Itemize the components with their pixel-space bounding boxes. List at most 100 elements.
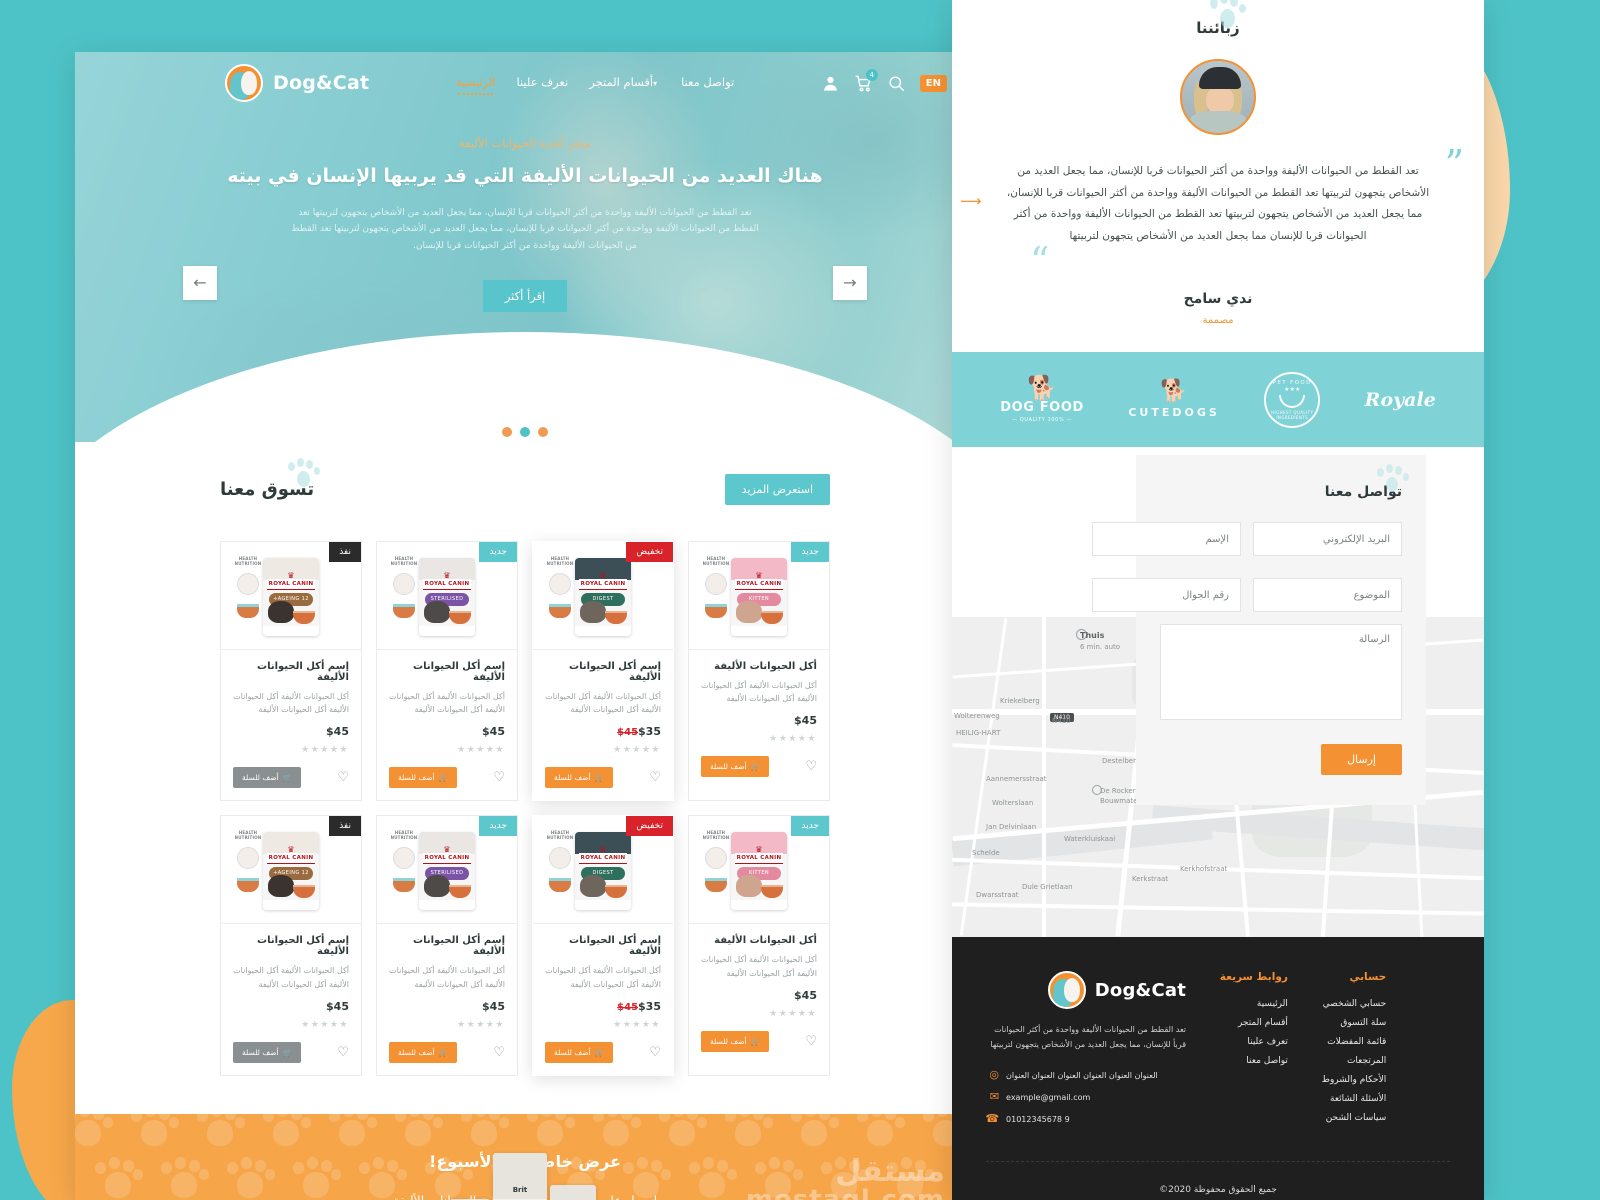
add-to-cart-button[interactable]: 🛒 أضف للسلة: [389, 1041, 457, 1063]
add-to-cart-button[interactable]: 🛒 أضف للسلة: [701, 756, 769, 778]
product-side-badges: HEALTH NUTRITION: [701, 556, 731, 618]
cart-icon[interactable]: 4: [854, 68, 878, 93]
product-description: أكل الحيوانات الأليفة أكل الحيوانات الأل…: [389, 966, 505, 989]
product-description: أكل الحيوانات الأليفة أكل الحيوانات الأل…: [701, 681, 817, 704]
footer-brand[interactable]: Dog&Cat: [986, 971, 1186, 1010]
footer-account-link[interactable]: الأسئلة الشائعة: [1322, 1094, 1386, 1104]
product-rating-stars[interactable]: ★★★★★: [701, 1009, 817, 1019]
product-rating-stars[interactable]: ★★★★★: [701, 734, 817, 744]
footer-link[interactable]: الرئيسية: [1220, 999, 1288, 1009]
product-rating-stars[interactable]: ★★★★★: [545, 1020, 661, 1030]
product-price: $45$35: [545, 725, 661, 738]
product-info: أكل الحيوانات الأليفة أكل الحيوانات الأل…: [689, 650, 829, 756]
product-card[interactable]: جديد HEALTH NUTRITION ♛ ROYAL CANIN KITTE…: [688, 541, 830, 802]
footer-links-list: الرئيسية أقسام المتجر تعرف علينا تواصل معنا: [1220, 999, 1288, 1066]
heart-icon[interactable]: ♡: [805, 1035, 817, 1048]
product-actions: ♡ 🛒 أضف للسلة: [689, 756, 829, 789]
nav-item-about[interactable]: نعرف علينا: [516, 75, 568, 92]
testimonial-next-button[interactable]: ⟶: [960, 192, 982, 210]
submit-button[interactable]: إرسال: [1321, 744, 1402, 776]
footer-column-links: روابط سريعة الرئيسية أقسام المتجر تعرف علي…: [1220, 971, 1288, 1135]
product-rating-stars[interactable]: ★★★★★: [233, 745, 349, 755]
footer-account-link[interactable]: سياسات الشحن: [1322, 1113, 1387, 1123]
bowl-icon: [549, 878, 571, 893]
nav-item-store-sections[interactable]: ▾أقسام المتجر: [589, 75, 660, 92]
footer-link[interactable]: تعرف علينا: [1220, 1037, 1288, 1047]
product-description: أكل الحيوانات الأليفة أكل الحيوانات الأل…: [545, 692, 661, 715]
name-field[interactable]: [1092, 522, 1241, 557]
hero-prev-button[interactable]: ←: [183, 266, 217, 300]
product-name: إسم أكل الحيوانات الأليفة: [413, 661, 505, 683]
browse-more-button[interactable]: استعرض المزيد: [724, 474, 830, 505]
language-switch-button[interactable]: EN: [919, 74, 947, 92]
product-rating-stars[interactable]: ★★★★★: [233, 1020, 349, 1030]
footer-account-link[interactable]: قائمة المفضلات: [1322, 1037, 1386, 1047]
heart-icon[interactable]: ♡: [805, 760, 817, 773]
footer-contact-row: ✉ example@gmail.com: [986, 1091, 1186, 1104]
location-pin-icon: ◎: [989, 1067, 1000, 1081]
carousel-dot-2[interactable]: [520, 427, 530, 437]
product-card[interactable]: نفذ HEALTH NUTRITION ♛ ROYAL CANIN AGEING…: [220, 815, 362, 1076]
product-card[interactable]: جديد HEALTH NUTRITION ♛ ROYAL CANIN STERI…: [376, 815, 518, 1076]
map-label: Wolterenweg: [954, 712, 1000, 721]
product-card[interactable]: جديد HEALTH NUTRITION ♛ ROYAL CANIN STERI…: [376, 541, 518, 802]
footer-account-link[interactable]: حسابي الشخصي: [1322, 999, 1387, 1009]
carousel-dot-1[interactable]: [538, 427, 548, 437]
message-field[interactable]: [1160, 624, 1402, 721]
brand-logo[interactable]: Dog&Cat: [225, 64, 369, 102]
product-price: $45: [389, 1000, 505, 1013]
nav-item-contact[interactable]: تواصل معنا: [681, 75, 734, 92]
footer-account-link[interactable]: المرتجعات: [1322, 1056, 1386, 1066]
product-description: أكل الحيوانات الأليفة أكل الحيوانات الأل…: [701, 955, 817, 978]
product-price: $45$35: [545, 1000, 661, 1013]
nav-item-home[interactable]: الرئيسية: [456, 75, 495, 95]
product-feature-label: HEALTH NUTRITION: [702, 556, 730, 566]
product-description: أكل الحيوانات الأليفة أكل الحيوانات الأل…: [389, 692, 505, 715]
product-actions: ♡ 🛒 أضف للسلة: [377, 1041, 517, 1075]
footer-link[interactable]: تواصل معنا: [1220, 1056, 1288, 1066]
product-grid-row-2: جديد HEALTH NUTRITION ♛ ROYAL CANIN KITTE…: [220, 815, 830, 1076]
carousel-dot-3[interactable]: [502, 427, 512, 437]
add-to-cart-button[interactable]: 🛒 أضف للسلة: [389, 767, 457, 789]
add-to-cart-button[interactable]: 🛒 أضف للسلة: [701, 1030, 769, 1052]
heart-icon[interactable]: ♡: [649, 771, 661, 784]
testimonials-section: زبائننا ” “ تعد القطط من الحيوانات الألي…: [952, 0, 1484, 352]
search-icon[interactable]: [887, 74, 906, 93]
add-to-cart-label: أضف للسلة: [242, 773, 279, 783]
product-price: $45: [389, 725, 505, 738]
product-card[interactable]: جديد HEALTH NUTRITION ♛ ROYAL CANIN KITTE…: [688, 815, 830, 1076]
product-card[interactable]: تخفيض HEALTH NUTRITION ♛ ROYAL CANIN DIGE…: [532, 541, 674, 802]
shop-section: استعرض المزيد تسوق معنا جديد HEALTH NUTRI…: [75, 442, 975, 1086]
heart-icon[interactable]: ♡: [649, 1046, 661, 1059]
footer-account-link[interactable]: سلة التسوق: [1322, 1018, 1386, 1028]
product-card[interactable]: تخفيض HEALTH NUTRITION ♛ ROYAL CANIN DIGE…: [532, 815, 674, 1076]
product-feature-label: HEALTH NUTRITION: [546, 830, 574, 841]
footer-account-link[interactable]: الأحكام والشروط: [1322, 1075, 1387, 1085]
hero-kicker: متجر أغذية الحيوانات الأليفة: [459, 136, 591, 150]
user-icon[interactable]: [821, 74, 840, 93]
add-to-cart-button[interactable]: 🛒 أضف للسلة: [233, 1041, 301, 1063]
cart-icon: 🛒: [282, 1047, 292, 1057]
product-rating-stars[interactable]: ★★★★★: [389, 1020, 505, 1030]
footer-link[interactable]: أقسام المتجر: [1220, 1018, 1288, 1028]
product-rating-stars[interactable]: ★★★★★: [389, 745, 505, 755]
heart-icon[interactable]: ♡: [337, 771, 349, 784]
email-field[interactable]: [1253, 522, 1402, 557]
hero-read-more-button[interactable]: إقرأ أكثر: [483, 280, 567, 313]
phone-field[interactable]: [1092, 578, 1241, 613]
secondary-page-mockup: زبائننا ” “ تعد القطط من الحيوانات الألي…: [952, 0, 1484, 1200]
subject-field[interactable]: [1253, 578, 1402, 613]
add-to-cart-button[interactable]: 🛒 أضف للسلة: [233, 767, 301, 789]
heart-icon[interactable]: ♡: [337, 1046, 349, 1059]
product-feature-icon: [705, 847, 727, 870]
hero-next-button[interactable]: →: [833, 266, 867, 300]
heart-icon[interactable]: ♡: [493, 1046, 505, 1059]
product-pouch-icon: ♛ ROYAL CANIN AGEING 12+: [263, 831, 319, 910]
add-to-cart-button[interactable]: 🛒 أضف للسلة: [545, 767, 613, 789]
footer-account-heading: حسابي: [1349, 971, 1387, 984]
add-to-cart-button[interactable]: 🛒 أضف للسلة: [545, 1041, 613, 1063]
product-rating-stars[interactable]: ★★★★★: [545, 745, 661, 755]
copyright-text: جميع الحقوق محفوظة 2020©: [1159, 1184, 1277, 1195]
heart-icon[interactable]: ♡: [493, 771, 505, 784]
product-card[interactable]: نفذ HEALTH NUTRITION ♛ ROYAL CANIN AGEING…: [220, 541, 362, 802]
